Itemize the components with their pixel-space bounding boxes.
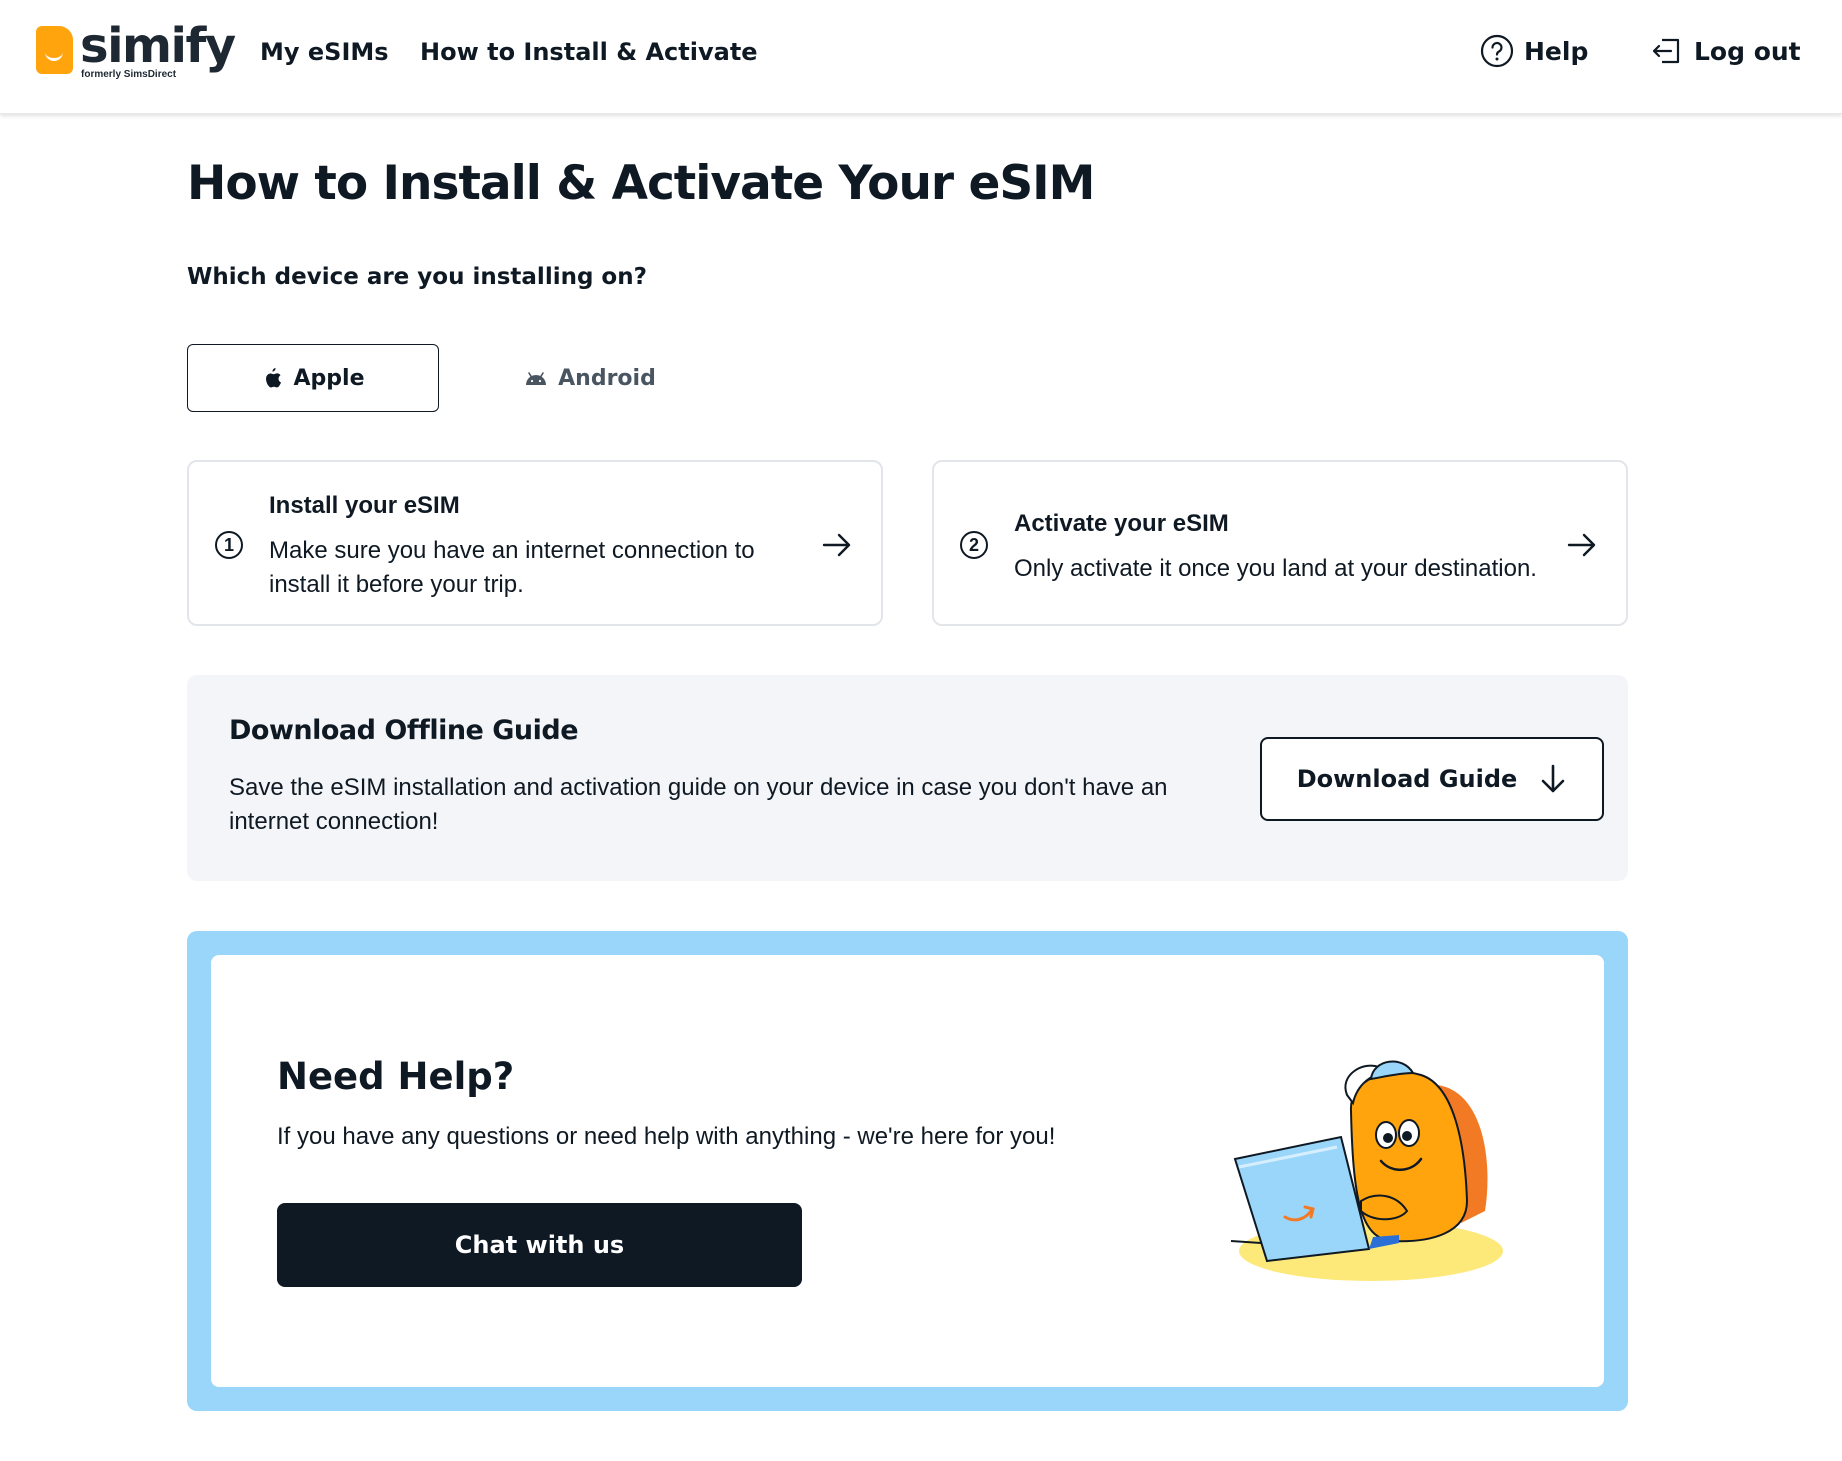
step-description: Only activate it once you land at your d…: [1014, 555, 1537, 582]
mascot-laptop-illustration: [1230, 1060, 1503, 1281]
tab-apple[interactable]: Apple: [187, 344, 439, 412]
nav-my-esims[interactable]: My eSIMs: [260, 38, 389, 66]
need-help-description: If you have any questions or need help w…: [277, 1123, 1056, 1150]
need-help-inner: Need Help? If you have any questions or …: [211, 955, 1604, 1387]
nav-how-to-install[interactable]: How to Install & Activate: [420, 38, 758, 66]
logo-tagline: formerly SimsDirect: [81, 69, 177, 80]
top-header: simify formerly SimsDirect My eSIMs How …: [0, 0, 1842, 114]
arrow-down-icon: [1541, 764, 1565, 793]
simify-logo[interactable]: simify formerly SimsDirect: [36, 18, 236, 86]
need-help-title: Need Help?: [277, 1055, 515, 1098]
need-help-panel: Need Help? If you have any questions or …: [187, 931, 1628, 1411]
help-link[interactable]: Help: [1480, 34, 1588, 68]
step-number-badge: 2: [960, 531, 988, 559]
logo-wordmark: simify: [80, 18, 236, 74]
download-guide-label: Download Guide: [1296, 765, 1518, 793]
tab-android-label: Android: [558, 365, 656, 391]
apple-icon: [265, 368, 281, 388]
device-question: Which device are you installing on?: [187, 264, 647, 290]
logout-icon: [1652, 38, 1680, 64]
step-title: Install your eSIM: [269, 492, 460, 519]
arrow-right-icon: [822, 533, 851, 557]
chat-with-us-button[interactable]: Chat with us: [277, 1203, 802, 1287]
logout-label: Log out: [1694, 36, 1801, 66]
logout-link[interactable]: Log out: [1650, 34, 1801, 68]
step-install-card[interactable]: 1 Install your eSIM Make sure you have a…: [187, 460, 883, 626]
android-icon: [526, 372, 547, 385]
tab-apple-label: Apple: [293, 365, 365, 391]
sim-card-logo-icon: [36, 26, 73, 74]
arrow-right-icon: [1567, 533, 1596, 557]
offline-guide-panel: Download Offline Guide Save the eSIM ins…: [187, 675, 1628, 881]
download-guide-button[interactable]: Download Guide: [1260, 737, 1604, 821]
step-number-badge: 1: [215, 531, 243, 559]
question-circle-icon: [1480, 34, 1514, 68]
offline-guide-description: Save the eSIM installation and activatio…: [229, 774, 1168, 835]
step-title: Activate your eSIM: [1014, 510, 1229, 537]
page-title: How to Install & Activate Your eSIM: [187, 156, 1095, 211]
step-activate-card[interactable]: 2 Activate your eSIM Only activate it on…: [932, 460, 1628, 626]
help-label: Help: [1524, 36, 1589, 66]
offline-guide-title: Download Offline Guide: [229, 715, 579, 746]
tab-android[interactable]: Android: [490, 344, 690, 412]
step-description: Make sure you have an internet connectio…: [269, 537, 755, 598]
